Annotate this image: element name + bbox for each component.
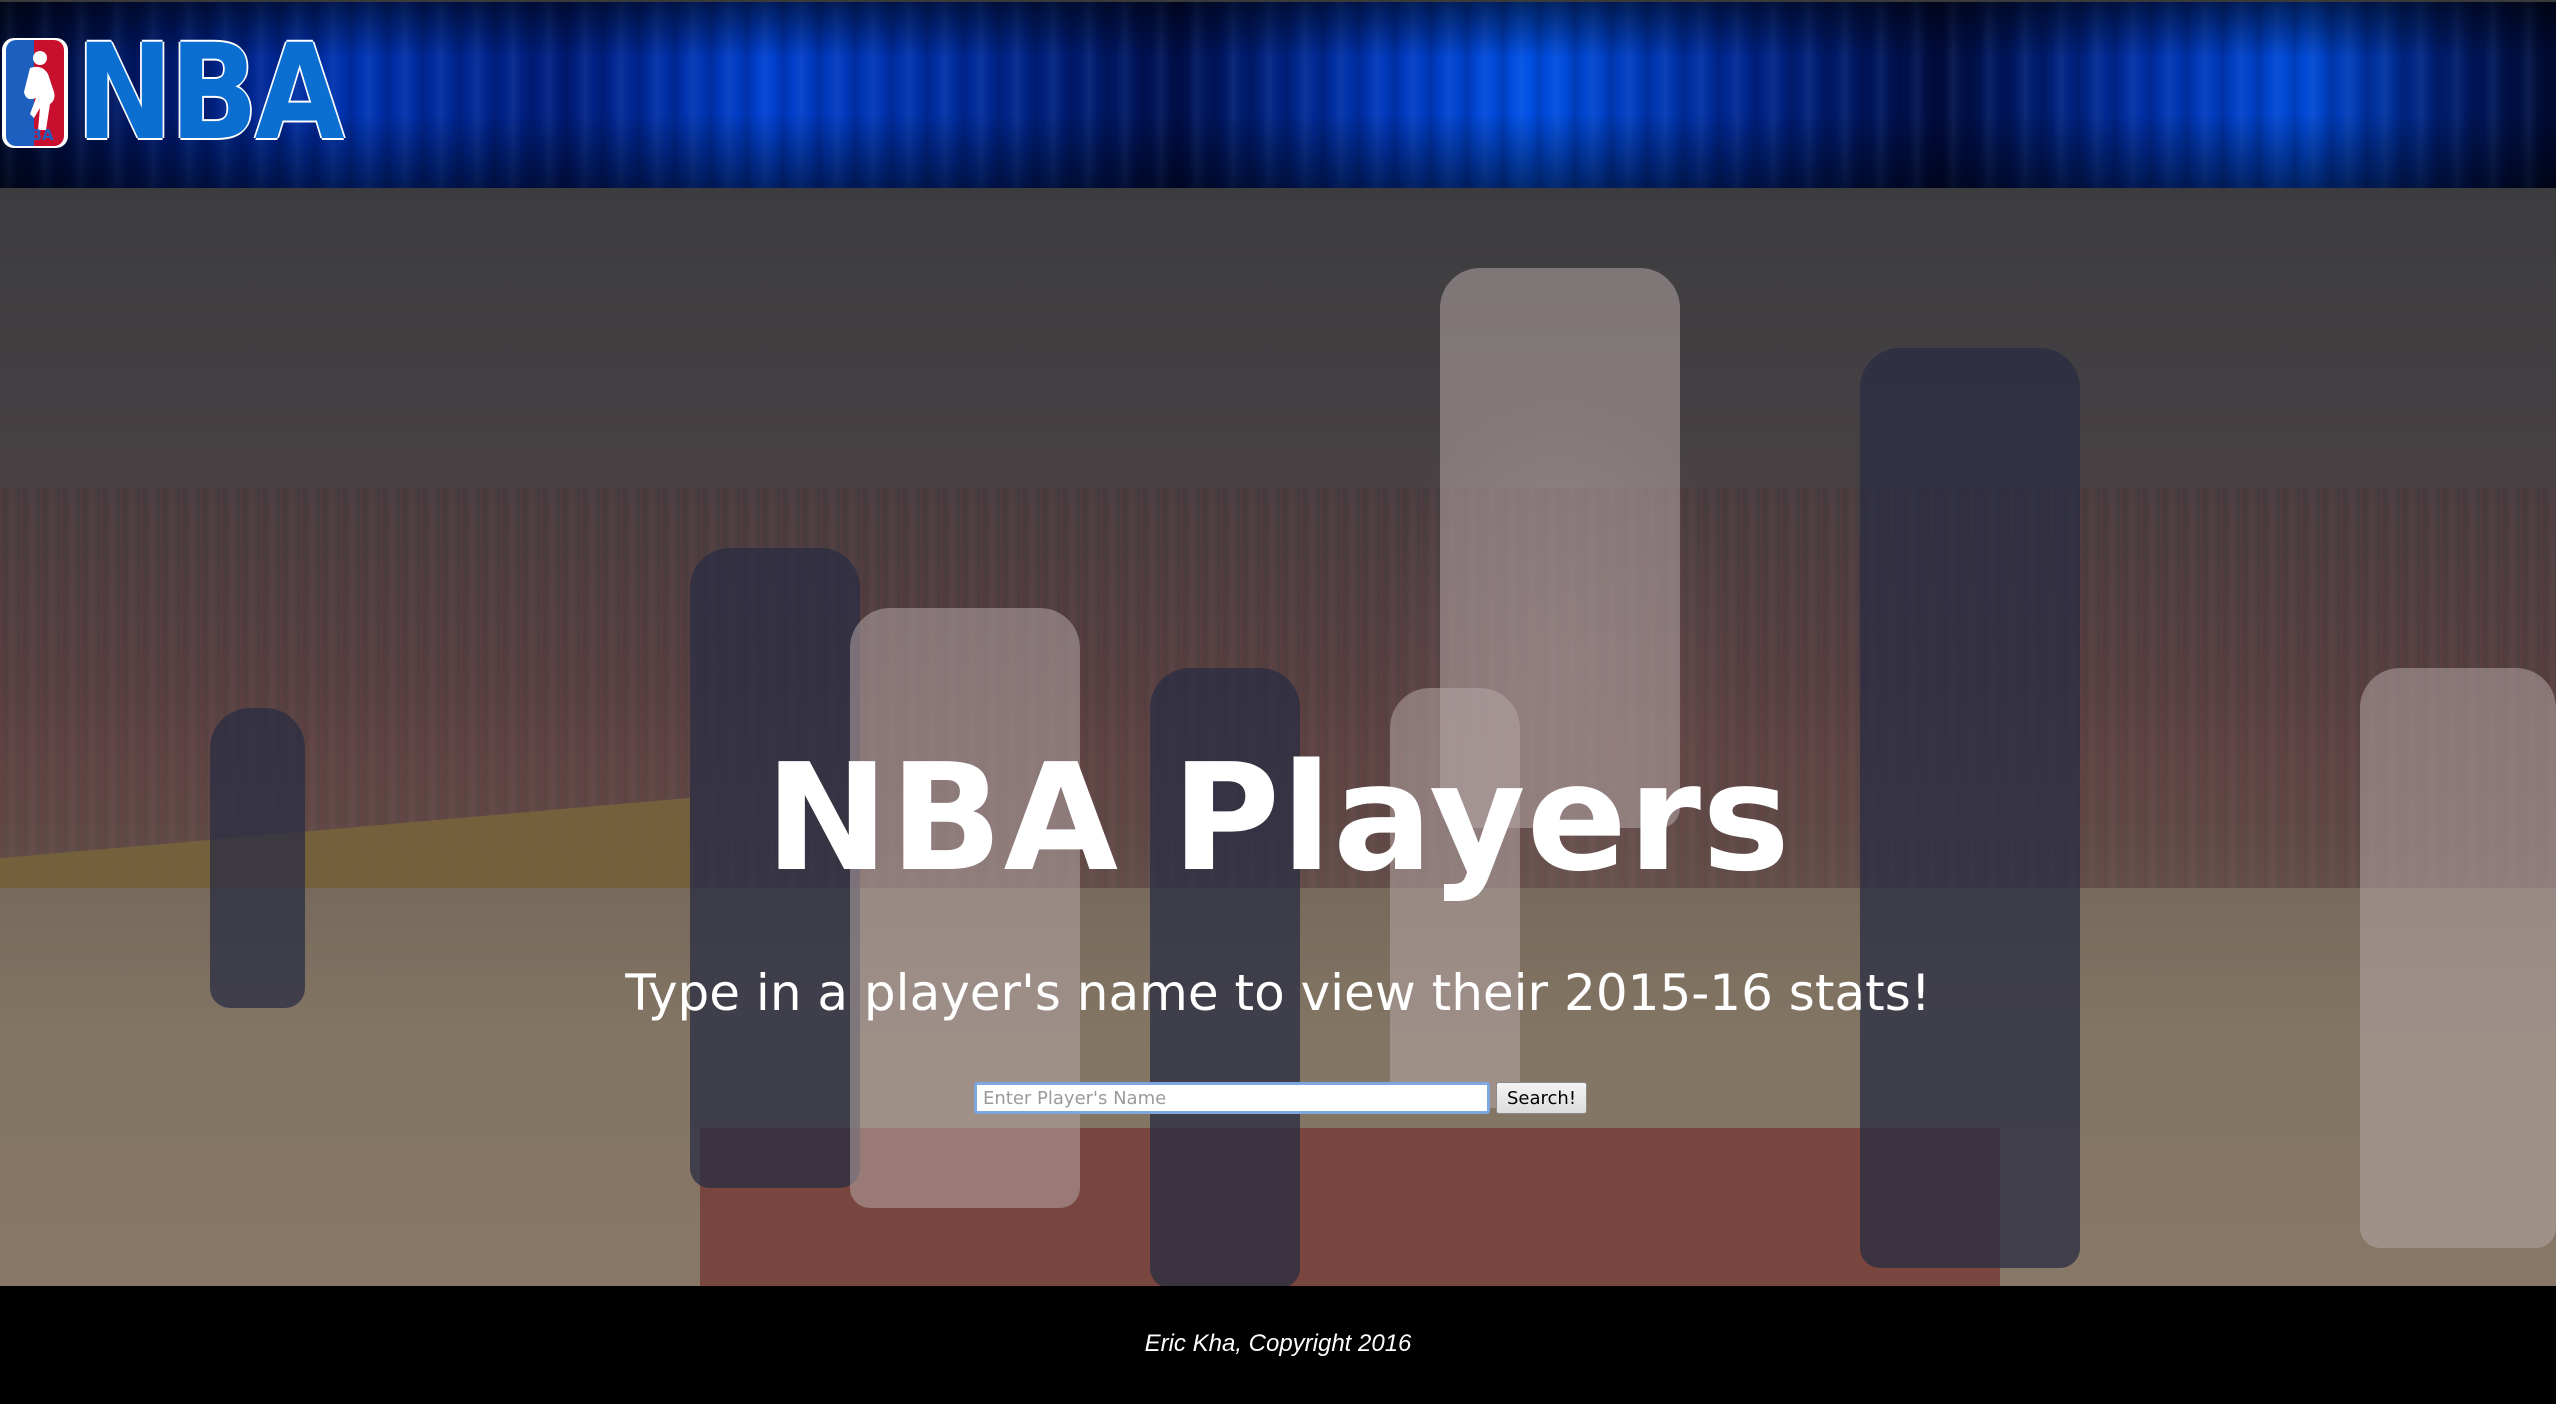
- nba-logo[interactable]: NBA NBA: [0, 16, 377, 170]
- site-footer: Eric Kha, Copyright 2016: [0, 1286, 2556, 1404]
- nba-logo-badge-text: NBA: [18, 126, 54, 144]
- page-title: NBA Players: [764, 732, 1792, 904]
- page: NBA NBA NBA Players Type in a player's n…: [0, 0, 2556, 1404]
- nba-logo-badge-icon: NBA: [0, 36, 70, 150]
- page-subtitle: Type in a player's name to view their 20…: [625, 964, 1931, 1022]
- footer-copyright: Eric Kha, Copyright 2016: [1144, 1330, 1412, 1357]
- search-button[interactable]: Search!: [1496, 1082, 1588, 1114]
- hero-banner: NBA Players Type in a player's name to v…: [0, 188, 2556, 1286]
- player-search-input[interactable]: [974, 1082, 1490, 1114]
- search-form: Search!: [974, 1080, 1588, 1116]
- site-header: NBA NBA: [0, 0, 2556, 188]
- nba-logo-text: NBA: [76, 16, 345, 170]
